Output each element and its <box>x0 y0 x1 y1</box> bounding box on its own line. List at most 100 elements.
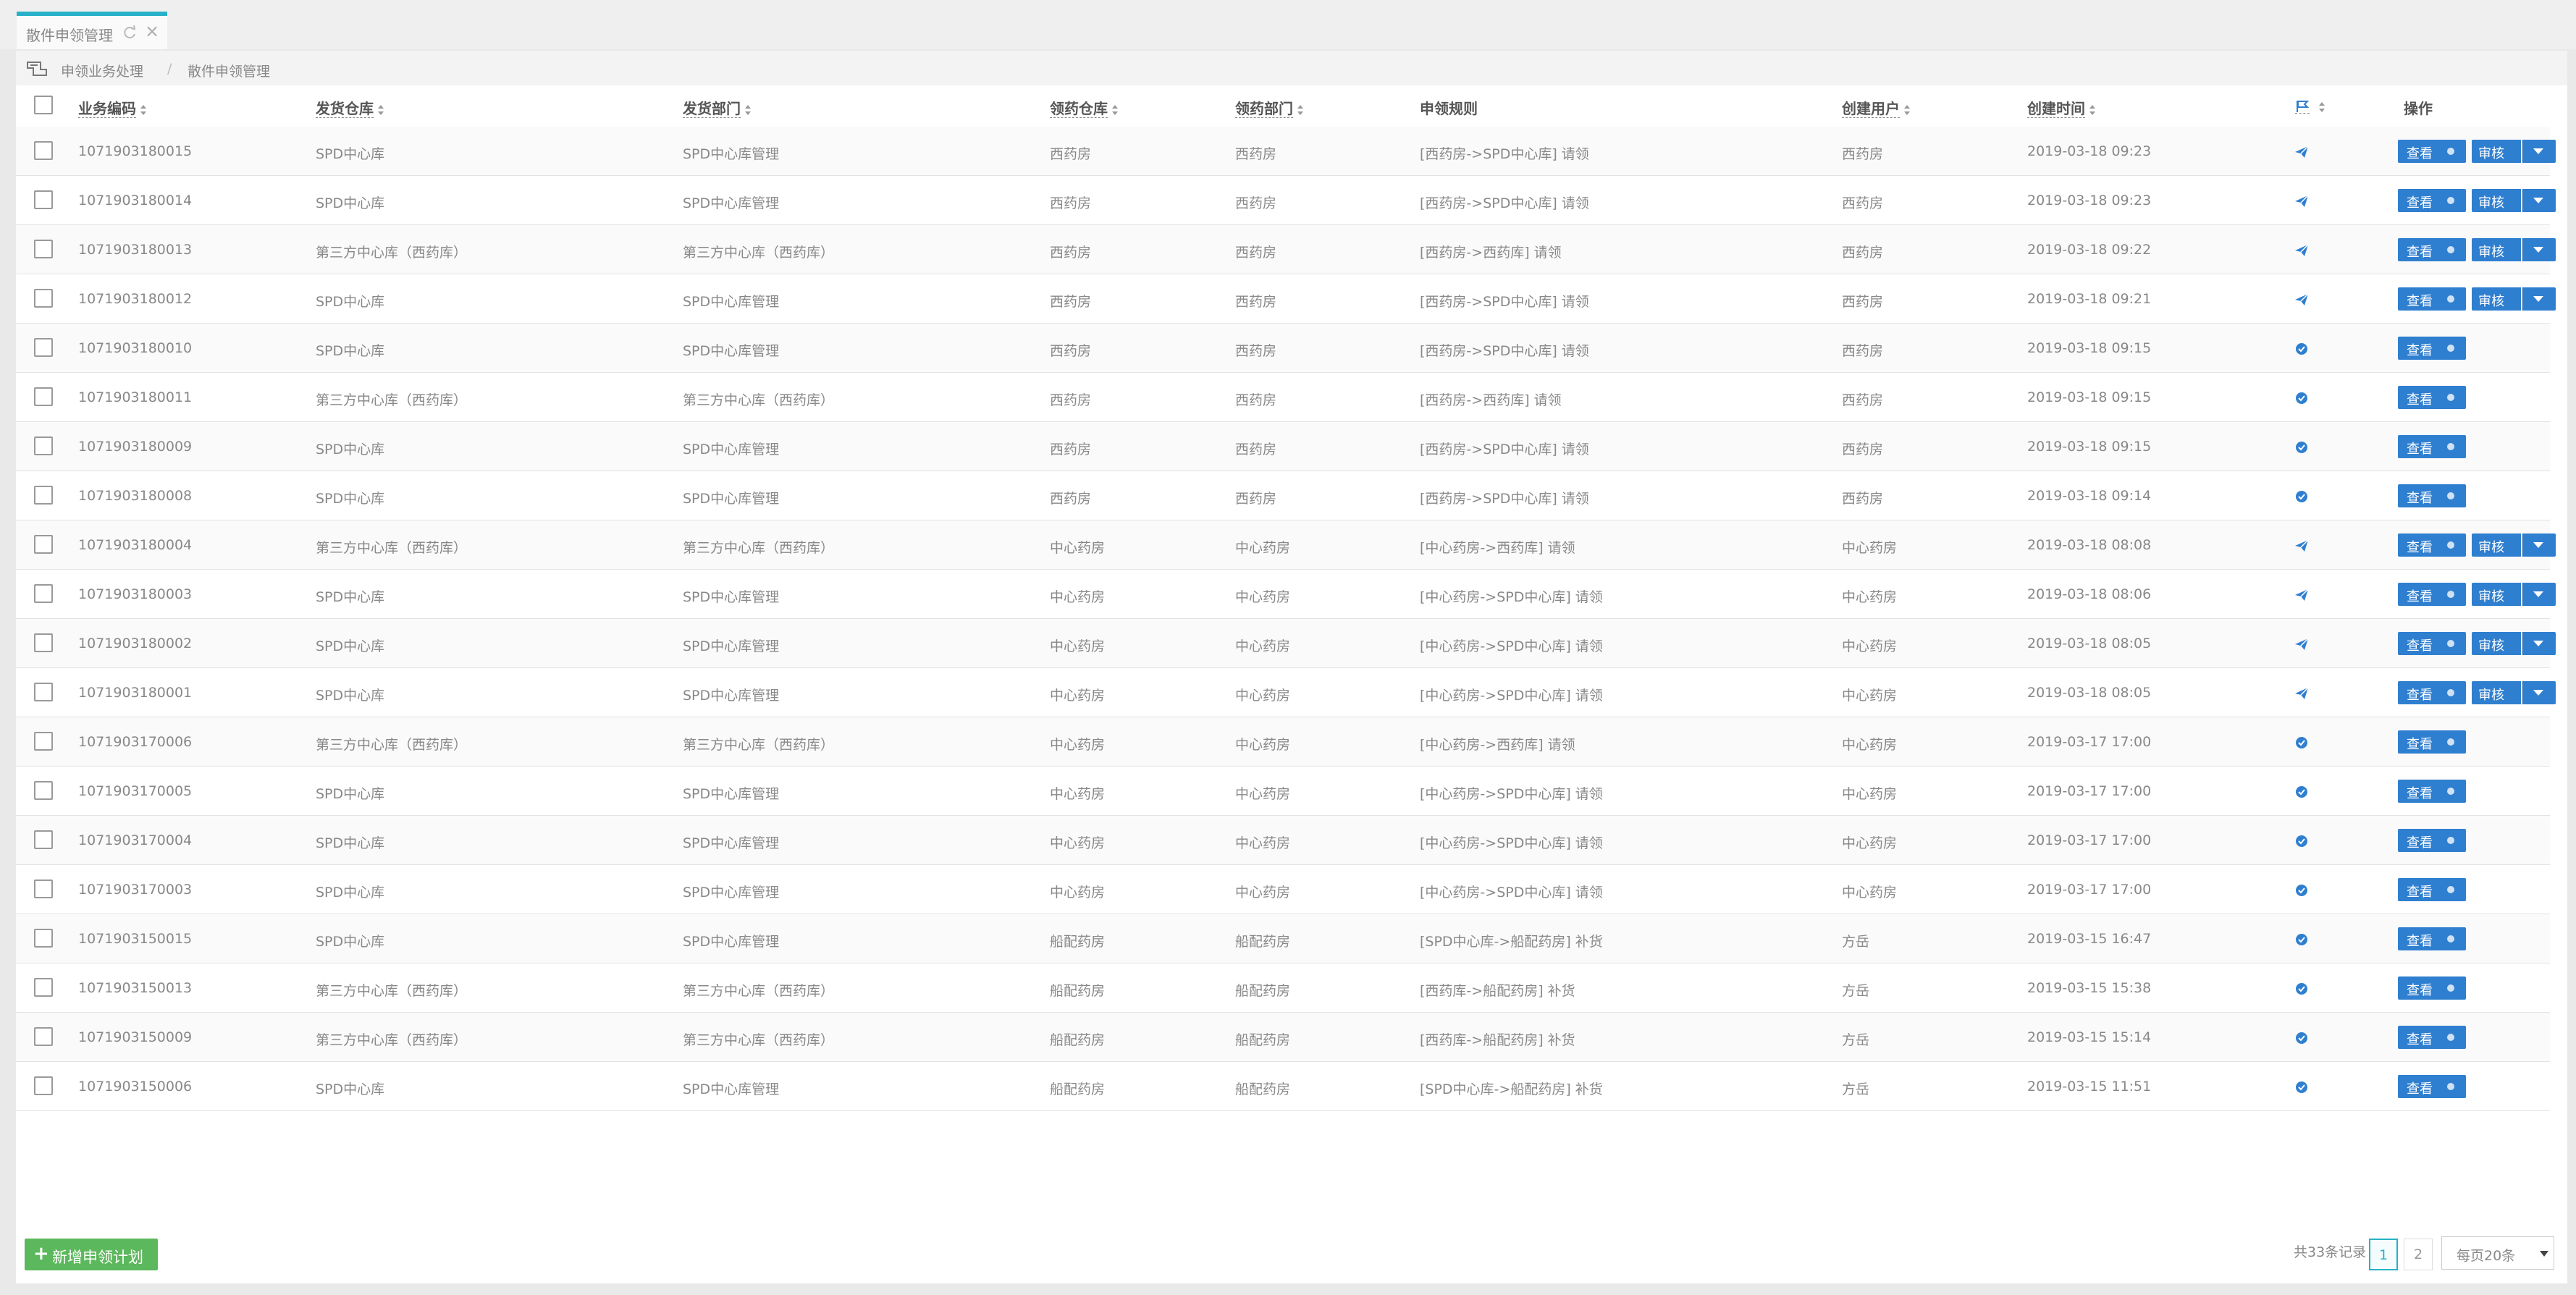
view-button[interactable]: 查看 <box>2398 730 2466 754</box>
view-button[interactable]: 查看 <box>2398 583 2466 606</box>
table-row[interactable]: 1071903180014 SPD中心库 SPD中心库管理 西药房 西药房 [西药房->S… <box>16 176 2556 225</box>
row-checkbox[interactable] <box>34 141 53 160</box>
column-header-time[interactable]: 创建时间 <box>2027 97 2096 118</box>
row-checkbox[interactable] <box>34 190 53 209</box>
view-button[interactable]: 查看 <box>2398 337 2466 360</box>
row-checkbox[interactable] <box>34 879 53 898</box>
row-checkbox[interactable] <box>34 338 53 357</box>
column-header-src-dept[interactable]: 发货部门 <box>683 97 752 118</box>
breadcrumb-item-business[interactable]: 申领业务处理 <box>61 61 143 80</box>
table-row[interactable]: 1071903150015 SPD中心库 SPD中心库管理 船配药房 船配药房 [SPD中… <box>16 914 2550 963</box>
page-button-2[interactable]: 2 <box>2404 1239 2433 1270</box>
select-all-checkbox[interactable] <box>34 96 53 114</box>
column-header-user[interactable]: 创建用户 <box>1842 97 1911 118</box>
column-header-src-warehouse[interactable]: 发货仓库 <box>316 97 384 118</box>
view-button[interactable]: 查看 <box>2398 238 2466 261</box>
close-icon[interactable]: × <box>145 22 159 40</box>
table-row[interactable]: 1071903170006 第三方中心库（西药库） 第三方中心库（西药库） 中心药房 中… <box>16 717 2550 767</box>
audit-button[interactable]: 审核 <box>2472 189 2521 212</box>
audit-dropdown-toggle[interactable] <box>2522 533 2556 557</box>
row-checkbox[interactable] <box>34 633 53 652</box>
table-row[interactable]: 1071903180009 SPD中心库 SPD中心库管理 西药房 西药房 [西药房->S… <box>16 422 2550 471</box>
column-header-status[interactable] <box>2295 97 2325 114</box>
view-button[interactable]: 查看 <box>2398 976 2466 1000</box>
sort-icon[interactable] <box>1903 104 1911 116</box>
table-row[interactable]: 1071903150006 SPD中心库 SPD中心库管理 船配药房 船配药房 [SPD中… <box>16 1062 2550 1111</box>
table-row[interactable]: 1071903180001 SPD中心库 SPD中心库管理 中心药房 中心药房 [中心药房… <box>16 668 2556 717</box>
audit-dropdown-toggle[interactable] <box>2522 189 2556 212</box>
table-row[interactable]: 1071903170004 SPD中心库 SPD中心库管理 中心药房 中心药房 [中心药房… <box>16 816 2550 865</box>
column-header-dst-dept[interactable]: 领药部门 <box>1235 97 1304 118</box>
column-header-dst-warehouse[interactable]: 领药仓库 <box>1050 97 1119 118</box>
row-checkbox[interactable] <box>34 486 53 505</box>
table-row[interactable]: 1071903150013 第三方中心库（西药库） 第三方中心库（西药库） 船配药房 船… <box>16 963 2550 1013</box>
audit-button[interactable]: 审核 <box>2472 140 2521 163</box>
row-checkbox[interactable] <box>34 683 53 701</box>
audit-dropdown-toggle[interactable] <box>2522 681 2556 704</box>
audit-dropdown-toggle[interactable] <box>2522 287 2556 311</box>
row-checkbox[interactable] <box>34 732 53 751</box>
audit-button[interactable]: 审核 <box>2472 287 2521 311</box>
row-checkbox[interactable] <box>34 929 53 948</box>
table-row[interactable]: 1071903180008 SPD中心库 SPD中心库管理 西药房 西药房 [西药房->S… <box>16 471 2550 520</box>
table-row[interactable]: 1071903180002 SPD中心库 SPD中心库管理 中心药房 中心药房 [中心药房… <box>16 619 2556 668</box>
view-button[interactable]: 查看 <box>2398 140 2466 163</box>
view-button[interactable]: 查看 <box>2398 484 2466 507</box>
sort-icon[interactable] <box>140 104 147 116</box>
sort-icon[interactable] <box>377 104 384 116</box>
table-row[interactable]: 1071903180011 第三方中心库（西药库） 第三方中心库（西药库） 西药房 西药… <box>16 373 2550 422</box>
row-checkbox[interactable] <box>34 436 53 455</box>
table-row[interactable]: 1071903180015 SPD中心库 SPD中心库管理 西药房 西药房 [西药房->S… <box>16 127 2556 176</box>
table-row[interactable]: 1071903180003 SPD中心库 SPD中心库管理 中心药房 中心药房 [中心药房… <box>16 570 2556 619</box>
page-button-1[interactable]: 1 <box>2369 1239 2398 1270</box>
row-checkbox[interactable] <box>34 387 53 406</box>
audit-button[interactable]: 审核 <box>2472 583 2521 606</box>
view-button[interactable]: 查看 <box>2398 1026 2466 1049</box>
table-row[interactable]: 1071903180010 SPD中心库 SPD中心库管理 西药房 西药房 [西药房->S… <box>16 324 2550 373</box>
view-button[interactable]: 查看 <box>2398 1075 2466 1098</box>
table-row[interactable]: 1071903180012 SPD中心库 SPD中心库管理 西药房 西药房 [西药房->S… <box>16 274 2556 324</box>
view-button[interactable]: 查看 <box>2398 435 2466 458</box>
row-checkbox[interactable] <box>34 535 53 554</box>
view-button[interactable]: 查看 <box>2398 829 2466 852</box>
row-checkbox[interactable] <box>34 781 53 800</box>
audit-button[interactable]: 审核 <box>2472 632 2521 655</box>
row-checkbox[interactable] <box>34 830 53 849</box>
view-button[interactable]: 查看 <box>2398 386 2466 409</box>
sort-icon[interactable] <box>2318 101 2325 113</box>
sort-icon[interactable] <box>1111 104 1119 116</box>
sort-icon[interactable] <box>1297 104 1304 116</box>
table-row[interactable]: 1071903170003 SPD中心库 SPD中心库管理 中心药房 中心药房 [中心药房… <box>16 865 2550 914</box>
view-button[interactable]: 查看 <box>2398 681 2466 704</box>
row-checkbox[interactable] <box>34 584 53 603</box>
table-row[interactable]: 1071903170005 SPD中心库 SPD中心库管理 中心药房 中心药房 [中心药房… <box>16 767 2550 816</box>
table-row[interactable]: 1071903180004 第三方中心库（西药库） 第三方中心库（西药库） 中心药房 中… <box>16 520 2556 570</box>
column-header-code[interactable]: 业务编码 <box>78 97 147 118</box>
audit-button[interactable]: 审核 <box>2472 238 2521 261</box>
view-button[interactable]: 查看 <box>2398 632 2466 655</box>
tab-scattered-request[interactable]: 散件申领管理 × <box>17 12 167 49</box>
table-row[interactable]: 1071903150009 第三方中心库（西药库） 第三方中心库（西药库） 船配药房 船… <box>16 1013 2550 1062</box>
table-row[interactable]: 1071903180013 第三方中心库（西药库） 第三方中心库（西药库） 西药房 西药… <box>16 225 2556 274</box>
row-checkbox[interactable] <box>34 978 53 997</box>
audit-dropdown-toggle[interactable] <box>2522 238 2556 261</box>
audit-dropdown-toggle[interactable] <box>2522 583 2556 606</box>
page-size-select[interactable]: 每页20条 <box>2441 1236 2554 1270</box>
view-button[interactable]: 查看 <box>2398 780 2466 803</box>
refresh-icon[interactable] <box>122 25 138 41</box>
view-button[interactable]: 查看 <box>2398 927 2466 950</box>
row-checkbox[interactable] <box>34 240 53 258</box>
audit-button[interactable]: 审核 <box>2472 533 2521 557</box>
audit-button[interactable]: 审核 <box>2472 681 2521 704</box>
view-button[interactable]: 查看 <box>2398 189 2466 212</box>
sort-icon[interactable] <box>2089 104 2096 116</box>
add-request-plan-button[interactable]: + 新增申领计划 <box>25 1239 158 1270</box>
row-checkbox[interactable] <box>34 1027 53 1046</box>
audit-dropdown-toggle[interactable] <box>2522 140 2556 163</box>
view-button[interactable]: 查看 <box>2398 287 2466 311</box>
audit-dropdown-toggle[interactable] <box>2522 632 2556 655</box>
view-button[interactable]: 查看 <box>2398 878 2466 901</box>
view-button[interactable]: 查看 <box>2398 533 2466 557</box>
sort-icon[interactable] <box>744 104 752 116</box>
row-checkbox[interactable] <box>34 289 53 308</box>
